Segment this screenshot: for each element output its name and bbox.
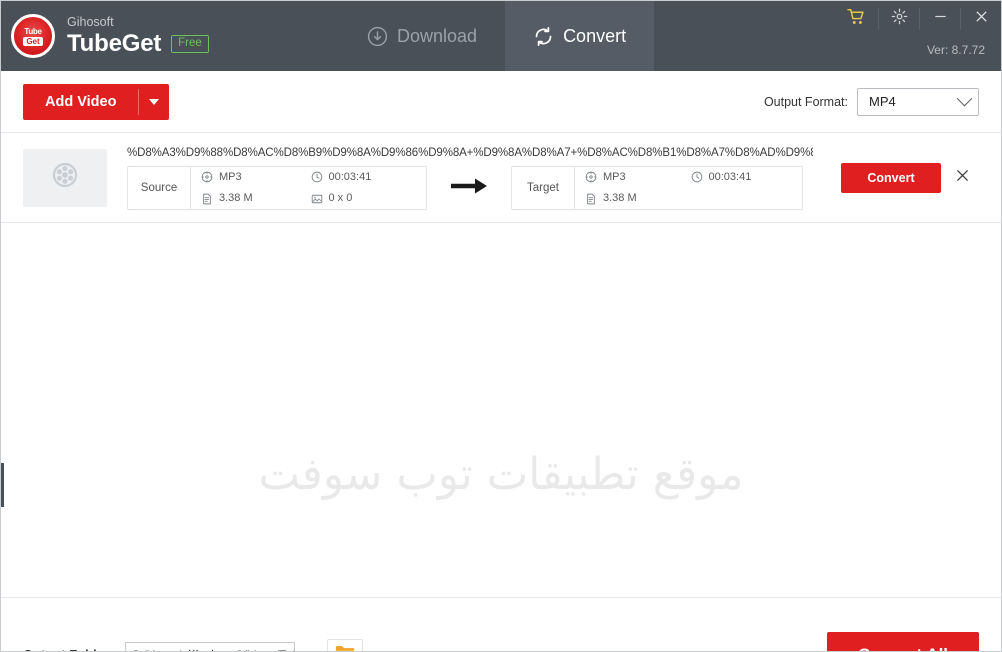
target-format-cell: MP3 <box>585 170 691 185</box>
caret-down-icon <box>149 98 160 105</box>
target-size-value: 3.38 M <box>603 192 637 205</box>
tab-download[interactable]: Download <box>339 1 505 71</box>
brand-text: Gihosoft TubeGet Free <box>67 15 209 57</box>
target-duration-cell: 00:03:41 <box>691 170 797 185</box>
main-tabs: Download Convert <box>339 1 655 71</box>
company-name: Gihosoft <box>67 15 114 29</box>
minimize-button[interactable] <box>920 1 960 37</box>
convert-all-button[interactable]: Convert All <box>827 631 979 651</box>
source-resolution-cell: 0 x 0 <box>311 191 421 206</box>
target-tag: Target <box>512 167 575 209</box>
settings-gear-icon <box>891 8 908 30</box>
source-size-cell: 3.38 M <box>201 191 311 206</box>
target-size-cell: 3.38 M <box>585 191 691 206</box>
product-row: TubeGet Free <box>67 31 209 57</box>
add-video-dropdown-button[interactable] <box>139 84 169 120</box>
tab-download-label: Download <box>397 25 478 46</box>
target-info-box: Target MP3 00:03:41 3.38 M <box>511 166 803 210</box>
clock-icon <box>691 171 703 183</box>
minimize-icon <box>933 9 948 29</box>
source-size-value: 3.38 M <box>219 192 253 205</box>
list-item[interactable]: %D8%A3%D9%88%D8%AC%D8%B9%D9%8A%D9%86%D9%… <box>1 133 1001 223</box>
image-icon <box>311 193 323 205</box>
download-circle-icon <box>367 26 388 47</box>
add-video-label: Add Video <box>45 93 117 110</box>
chevron-down-icon <box>956 90 973 107</box>
convert-item-button[interactable]: Convert <box>841 162 941 193</box>
window-controls <box>834 1 1001 37</box>
conversion-list: %D8%A3%D9%88%D8%AC%D8%B9%D9%8A%D9%86%D9%… <box>1 133 1001 597</box>
source-duration-cell: 00:03:41 <box>311 170 421 185</box>
item-title: %D8%A3%D9%88%D8%AC%D8%B9%D9%8A%D9%86%D9%… <box>127 147 813 159</box>
close-window-button[interactable] <box>961 1 1001 37</box>
source-duration-value: 00:03:41 <box>328 170 372 183</box>
item-meta-line: Source MP3 00:03:41 3.38 M 0 x 0 Target … <box>127 166 813 210</box>
output-format-label: Output Format: <box>763 94 848 109</box>
disc-icon <box>585 171 597 183</box>
browse-folder-button[interactable]: ... <box>295 642 325 652</box>
tubeget-window: Tube Get Gihosoft TubeGet Free Download … <box>0 0 1002 652</box>
target-format-value: MP3 <box>603 170 626 183</box>
output-format-group: Output Format: MP4 <box>763 87 979 116</box>
cart-button[interactable] <box>834 1 878 37</box>
output-folder-input[interactable]: C:/Users/سبحان الله/Videos/TubeGe <box>125 641 296 651</box>
item-details: %D8%A3%D9%88%D8%AC%D8%B9%D9%8A%D9%86%D9%… <box>127 145 813 211</box>
clock-icon <box>311 171 323 183</box>
conversion-arrow <box>427 176 511 201</box>
tab-convert[interactable]: Convert <box>505 1 655 71</box>
remove-item-button[interactable] <box>945 168 979 188</box>
file-icon <box>585 193 597 205</box>
brand-area: Tube Get Gihosoft TubeGet Free <box>1 1 331 71</box>
left-edge-marker <box>1 463 4 507</box>
target-duration-value: 00:03:41 <box>708 170 752 183</box>
source-info-grid: MP3 00:03:41 3.38 M 0 x 0 <box>191 167 426 209</box>
film-reel-icon <box>49 159 81 196</box>
source-format-value: MP3 <box>219 170 242 183</box>
source-format-cell: MP3 <box>201 170 311 185</box>
item-thumbnail <box>23 148 107 207</box>
source-resolution-value: 0 x 0 <box>328 192 353 205</box>
output-format-select[interactable]: MP4 <box>857 87 979 116</box>
edition-badge: Free <box>171 35 209 53</box>
logo-bottom-text: Get <box>23 36 43 46</box>
toolbar: Add Video Output Format: MP4 <box>1 71 1001 133</box>
title-bar: Tube Get Gihosoft TubeGet Free Download … <box>1 1 1001 71</box>
settings-button[interactable] <box>879 1 919 37</box>
source-info-box: Source MP3 00:03:41 3.38 M 0 x 0 <box>127 166 427 210</box>
source-tag: Source <box>128 167 191 209</box>
arrow-right-icon <box>449 176 489 201</box>
watermark-text: موقع تطبيقات توب سوفت <box>258 449 744 500</box>
close-icon <box>955 168 970 188</box>
add-video-button[interactable]: Add Video <box>23 83 170 120</box>
tab-convert-label: Convert <box>563 25 627 46</box>
window-controls-area: Ver: 8.7.72 <box>834 1 1001 71</box>
file-icon <box>201 193 213 205</box>
open-folder-button[interactable] <box>327 638 364 651</box>
disc-icon <box>201 171 213 183</box>
output-format-value: MP4 <box>869 94 896 109</box>
folder-icon <box>335 644 355 651</box>
close-icon <box>974 9 989 29</box>
target-info-grid: MP3 00:03:41 3.38 M <box>575 167 802 209</box>
bottom-bar: Output Folder: C:/Users/سبحان الله/Video… <box>1 597 1001 652</box>
product-name: TubeGet <box>67 30 162 57</box>
cart-icon <box>846 8 866 30</box>
app-logo-icon: Tube Get <box>11 14 55 58</box>
version-label: Ver: 8.7.72 <box>926 43 985 57</box>
logo-top-text: Tube <box>24 26 42 36</box>
output-folder-label: Output Folder: <box>23 647 113 651</box>
refresh-circle-icon <box>533 26 554 47</box>
